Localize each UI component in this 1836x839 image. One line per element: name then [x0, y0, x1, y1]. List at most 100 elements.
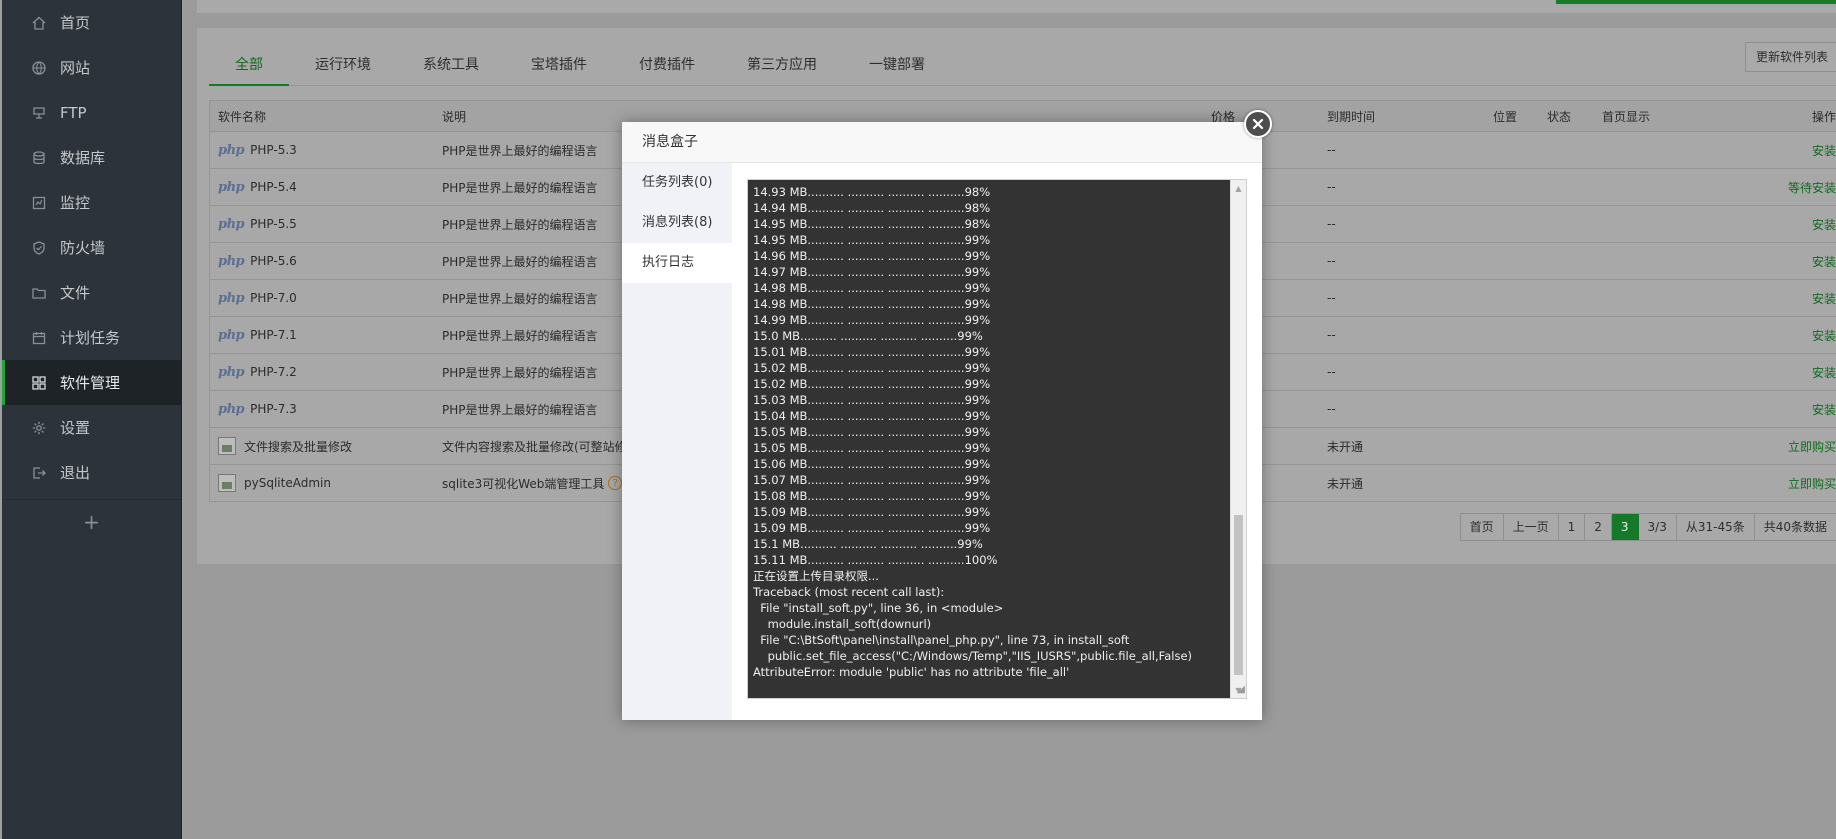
sidebar: 首页 网站 FTP 数据库 监控 防火墙文件计划任务 软件管理设置退出 + — [2, 0, 182, 839]
log-line: 14.97 MB.......... .......... ..........… — [753, 265, 991, 279]
resize-handle-icon[interactable]: ◢ — [1233, 685, 1245, 697]
sidebar-item-1[interactable]: 网站 — [2, 45, 181, 90]
close-button[interactable] — [1244, 110, 1272, 138]
row-action-link[interactable]: 立即购买 — [1788, 465, 1836, 501]
expire-cell: -- — [1327, 180, 1336, 194]
expire-cell: -- — [1327, 143, 1336, 157]
tab-1[interactable]: 运行环境 — [289, 48, 397, 86]
tab-2[interactable]: 系统工具 — [397, 48, 505, 86]
log-line: 14.94 MB.......... .......... ..........… — [753, 201, 991, 215]
tab-6[interactable]: 一键部署 — [843, 48, 951, 86]
log-line: 15.11 MB.......... .......... ..........… — [753, 553, 998, 567]
sidebar-item-7[interactable]: 计划任务 — [2, 315, 181, 360]
expire-cell: 未开通 — [1327, 476, 1364, 491]
software-name: 文件搜索及批量修改 — [244, 439, 353, 454]
calendar-icon — [30, 329, 48, 347]
home-icon — [30, 14, 48, 32]
message-box-dialog: 消息盒子 任务列表(0) 消息列表(8) 执行日志 14.93 MB........… — [622, 110, 1272, 720]
pager-item-7: 共40条数据 — [1763, 520, 1827, 534]
row-action-link[interactable]: 安装 — [1812, 243, 1836, 279]
log-line: File "C:\BtSoft\panel\install\panel_php.… — [753, 633, 1130, 647]
software-name: PHP-5.4 — [250, 180, 297, 194]
sidebar-item-6[interactable]: 文件 — [2, 270, 181, 315]
php-logo-icon: php — [218, 179, 245, 195]
search-bar-edge — [1556, 0, 1836, 4]
sidebar-item-9[interactable]: 设置 — [2, 405, 181, 450]
log-scrollbar[interactable]: ▲ ▼ — [1230, 180, 1246, 698]
scroll-up-arrow-icon[interactable]: ▲ — [1231, 180, 1246, 196]
dialog-title: 消息盒子 — [622, 122, 1262, 163]
row-action-link[interactable]: 立即购买 — [1788, 428, 1836, 464]
row-action-link[interactable]: 安装 — [1812, 354, 1836, 390]
dialog-tab-0[interactable]: 任务列表(0) — [622, 163, 732, 203]
tab-3[interactable]: 宝塔插件 — [505, 48, 613, 86]
expire-cell: 未开通 — [1327, 439, 1364, 454]
row-action-link[interactable]: 安装 — [1812, 132, 1836, 168]
software-name-cell: php PHP-7.2 — [218, 354, 433, 390]
software-name: PHP-7.1 — [250, 328, 297, 342]
software-name-cell: php PHP-7.1 — [218, 317, 433, 353]
row-action-link[interactable]: 安装 — [1812, 391, 1836, 427]
tab-0[interactable]: 全部 — [209, 48, 289, 86]
log-line: 15.03 MB.......... .......... ..........… — [753, 393, 991, 407]
expire-cell: -- — [1327, 328, 1336, 342]
log-line: 15.0 MB.......... .......... .......... … — [753, 329, 983, 343]
log-line: Traceback (most recent call last): — [753, 585, 945, 599]
sidebar-item-2[interactable]: FTP — [2, 90, 181, 135]
scroll-thumb[interactable] — [1234, 515, 1243, 675]
row-action-link[interactable]: 安装 — [1812, 280, 1836, 316]
add-shortcut-button[interactable]: + — [2, 499, 181, 543]
software-desc-cell: PHP是世界上最好的编程语言 — [442, 206, 622, 242]
software-name-cell: php PHP-5.5 — [218, 206, 433, 242]
pager-item-0[interactable]: 首页 — [1461, 514, 1504, 540]
software-name: PHP-5.3 — [250, 143, 297, 157]
software-desc-cell: PHP是世界上最好的编程语言 — [442, 280, 622, 316]
pager-item-2[interactable]: 1 — [1559, 514, 1586, 540]
row-action-link[interactable]: 安装 — [1812, 317, 1836, 353]
pager-item-4[interactable]: 3 — [1611, 514, 1639, 540]
sidebar-item-3[interactable]: 数据库 — [2, 135, 181, 180]
dialog-tab-2[interactable]: 执行日志 — [622, 243, 732, 283]
software-name: PHP-5.6 — [250, 254, 297, 268]
software-name: PHP-7.2 — [250, 365, 297, 379]
sidebar-item-label: 退出 — [60, 464, 91, 482]
log-line: 15.09 MB.......... .......... ..........… — [753, 521, 991, 535]
sidebar-item-4[interactable]: 监控 — [2, 180, 181, 225]
update-software-list-button[interactable]: 更新软件列表 — [1744, 42, 1836, 72]
help-icon[interactable]: ? — [608, 476, 622, 490]
row-action-link[interactable]: 安装 — [1812, 206, 1836, 242]
software-desc-cell: PHP是世界上最好的编程语言 — [442, 243, 622, 279]
sidebar-item-label: 设置 — [60, 419, 91, 437]
logout-icon — [30, 464, 48, 482]
image-placeholder-icon — [218, 474, 236, 492]
grid-icon — [30, 374, 48, 392]
log-line: File "install_soft.py", line 36, in <mod… — [753, 601, 1004, 615]
pager-item-3[interactable]: 2 — [1585, 514, 1612, 540]
pager-item-1[interactable]: 上一页 — [1504, 514, 1559, 540]
log-line: 正在设置上传目录权限... — [753, 569, 879, 583]
row-action-link[interactable]: 等待安装 — [1788, 169, 1836, 205]
sidebar-item-5[interactable]: 防火墙 — [2, 225, 181, 270]
software-desc: PHP是世界上最好的编程语言 — [442, 402, 598, 417]
header-status: 状态 — [1547, 109, 1572, 124]
software-name: pySqliteAdmin — [244, 476, 331, 490]
header-desc: 说明 — [442, 109, 467, 124]
sidebar-item-0[interactable]: 首页 — [2, 0, 181, 45]
log-line: 14.96 MB.......... .......... ..........… — [753, 249, 991, 263]
sidebar-item-10[interactable]: 退出 — [2, 450, 181, 495]
expire-cell: -- — [1327, 217, 1336, 231]
php-logo-icon: php — [218, 142, 245, 158]
tab-5[interactable]: 第三方应用 — [721, 48, 843, 86]
pager-item-5: 3/3 — [1639, 514, 1677, 540]
log-text: 14.93 MB.......... .......... ..........… — [748, 180, 1230, 698]
log-line: 15.02 MB.......... .......... ..........… — [753, 377, 991, 391]
software-name-cell: php PHP-7.0 — [218, 280, 433, 316]
execution-log-panel[interactable]: 14.93 MB.......... .......... ..........… — [747, 179, 1247, 699]
sidebar-item-8[interactable]: 软件管理 — [2, 360, 181, 405]
sidebar-item-label: 文件 — [60, 284, 91, 302]
log-line: 15.05 MB.......... .......... ..........… — [753, 441, 991, 455]
tab-4[interactable]: 付费插件 — [613, 48, 721, 86]
log-line: 14.98 MB.......... .......... ..........… — [753, 281, 991, 295]
software-desc: PHP是世界上最好的编程语言 — [442, 365, 598, 380]
dialog-tab-1[interactable]: 消息列表(8) — [622, 203, 732, 243]
